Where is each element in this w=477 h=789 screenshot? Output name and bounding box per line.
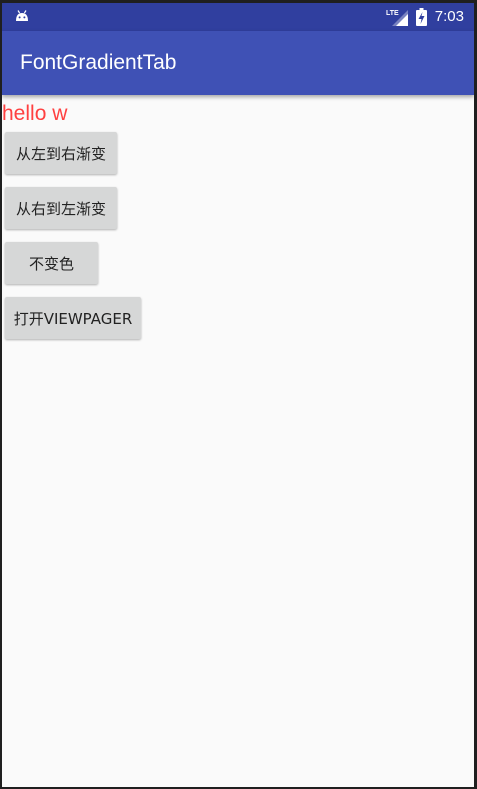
app-toolbar: FontGradientTab [2,31,474,95]
app-title: FontGradientTab [20,51,177,74]
gradient-right-to-left-button[interactable]: 从右到左渐变 [5,187,117,229]
no-color-change-button[interactable]: 不变色 [5,242,98,284]
lte-signal-icon: LTE [386,10,408,26]
status-time: 7:03 [434,8,464,25]
gradient-left-to-right-button[interactable]: 从左到右渐变 [5,132,117,174]
android-icon [16,10,28,21]
battery-charging-icon [415,8,427,26]
gradient-text-view: hello w [2,102,68,125]
network-type-label: LTE [386,10,399,17]
status-icons: LTE 7:03 [386,7,464,27]
open-viewpager-button[interactable]: 打开VIEWPAGER [5,297,141,339]
main-content: hello w 从左到右渐变 从右到左渐变 不变色 打开VIEWPAGER [2,95,474,787]
status-bar: LTE 7:03 [2,3,474,31]
device-screen: LTE 7:03 FontGradientTab hello w 从左到右渐变 … [2,3,474,787]
